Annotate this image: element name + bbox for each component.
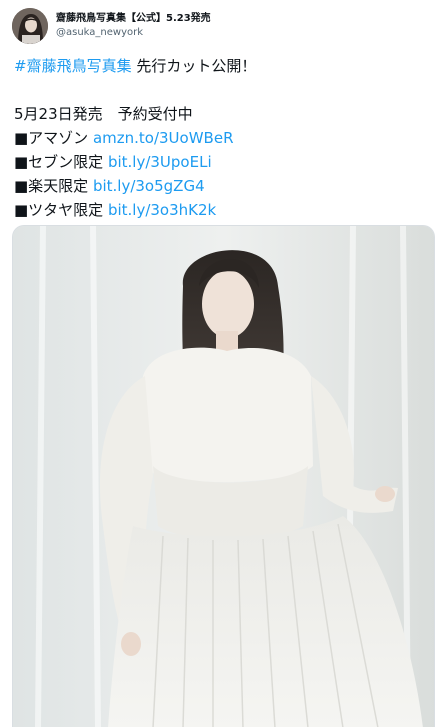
tsutaya-line: ■ツタヤ限定 bit.ly/3o3hK2k [14, 198, 434, 222]
amazon-line: ■アマゾン amzn.to/3UoWBeR [14, 126, 434, 150]
display-name[interactable]: 齋藤飛鳥写真集【公式】5.23発売 [56, 12, 211, 26]
author-names: 齋藤飛鳥写真集【公式】5.23発売 @asuka_newyork [56, 12, 211, 40]
rakuten-link[interactable]: bit.ly/3o5gZG4 [93, 177, 205, 195]
headline-text: 先行カット公開！ [131, 57, 257, 75]
tweet-card: 齋藤飛鳥写真集【公式】5.23発売 @asuka_newyork #齋藤飛鳥写真… [0, 0, 444, 727]
release-date-text: 5月23日発売 予約受付中 [14, 105, 193, 123]
rakuten-label: ■楽天限定 [14, 177, 93, 195]
hashtag-line: #齋藤飛鳥写真集 先行カット公開！ [14, 54, 434, 78]
tweet-text: #齋藤飛鳥写真集 先行カット公開！ 5月23日発売 予約受付中 ■アマゾン am… [14, 54, 434, 222]
seven-link[interactable]: bit.ly/3UpoELi [108, 153, 212, 171]
amazon-label: ■アマゾン [14, 129, 93, 147]
tweet-photo[interactable] [12, 225, 435, 727]
avatar[interactable] [12, 8, 48, 44]
avatar-image [12, 8, 48, 44]
amazon-link[interactable]: amzn.to/3UoWBeR [93, 129, 234, 147]
hashtag-link[interactable]: #齋藤飛鳥写真集 [14, 57, 132, 75]
seven-label: ■セブン限定 [14, 153, 108, 171]
tsutaya-label: ■ツタヤ限定 [14, 201, 108, 219]
tweet-header: 齋藤飛鳥写真集【公式】5.23発売 @asuka_newyork [12, 6, 211, 46]
rakuten-line: ■楽天限定 bit.ly/3o5gZG4 [14, 174, 434, 198]
photo-image [13, 226, 434, 727]
seven-line: ■セブン限定 bit.ly/3UpoELi [14, 150, 434, 174]
user-handle[interactable]: @asuka_newyork [56, 26, 211, 40]
tsutaya-link[interactable]: bit.ly/3o3hK2k [108, 201, 216, 219]
